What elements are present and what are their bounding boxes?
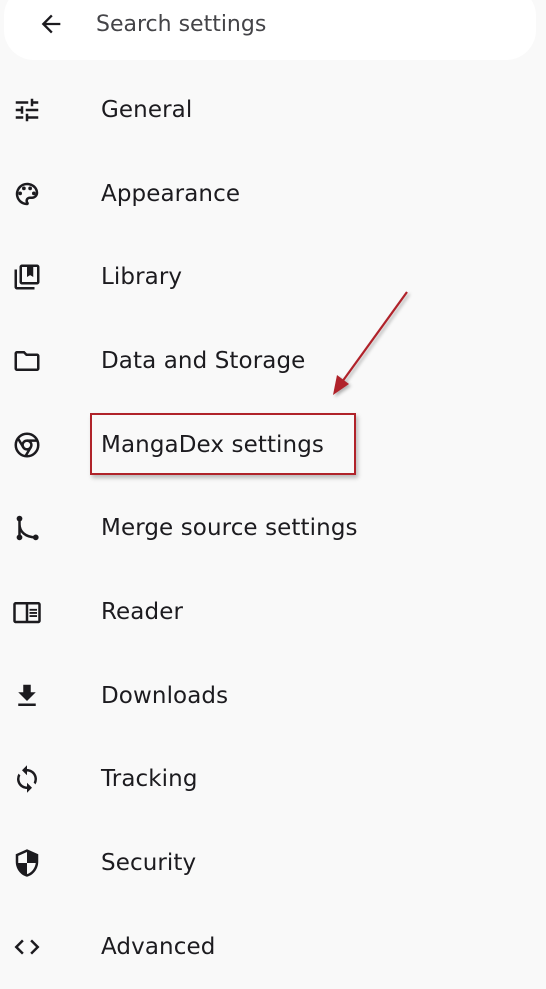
menu-item-label: Appearance: [101, 180, 241, 207]
menu-item-data-storage[interactable]: Data and Storage: [0, 319, 546, 403]
menu-item-label: MangaDex settings: [101, 431, 325, 458]
menu-item-label: Library: [101, 264, 183, 291]
menu-item-label: Downloads: [101, 682, 229, 709]
shield-icon: [12, 848, 42, 878]
menu-item-security[interactable]: Security: [0, 821, 546, 905]
menu-item-label: Tracking: [101, 766, 198, 793]
tune-icon: [12, 95, 42, 125]
menu-item-label: Merge source settings: [101, 515, 358, 542]
menu-item-label: General: [101, 96, 193, 123]
palette-icon: [12, 179, 42, 209]
browser-icon: [12, 430, 42, 460]
reader-icon: [12, 597, 42, 627]
library-icon: [12, 262, 42, 292]
menu-item-tracking[interactable]: Tracking: [0, 738, 546, 822]
back-button[interactable]: [36, 9, 66, 39]
arrow-back-icon: [41, 14, 61, 34]
settings-menu: General Appearance Library Data and Stor…: [0, 68, 546, 989]
code-icon: [12, 932, 42, 962]
search-input[interactable]: [90, 7, 476, 41]
menu-item-label: Security: [101, 850, 197, 877]
menu-item-reader[interactable]: Reader: [0, 570, 546, 654]
menu-item-general[interactable]: General: [0, 68, 546, 152]
menu-item-merge-source[interactable]: Merge source settings: [0, 486, 546, 570]
menu-item-label: Data and Storage: [101, 347, 306, 374]
menu-item-label: Reader: [101, 598, 183, 625]
menu-item-downloads[interactable]: Downloads: [0, 654, 546, 738]
sync-icon: [12, 764, 42, 794]
menu-item-appearance[interactable]: Appearance: [0, 152, 546, 236]
menu-item-advanced[interactable]: Advanced: [0, 905, 546, 989]
menu-item-mangadex[interactable]: MangaDex settings: [0, 403, 546, 487]
download-icon: [12, 681, 42, 711]
menu-item-library[interactable]: Library: [0, 235, 546, 319]
folder-icon: [12, 346, 42, 376]
merge-icon: [12, 513, 42, 543]
search-bar: [4, 0, 536, 60]
